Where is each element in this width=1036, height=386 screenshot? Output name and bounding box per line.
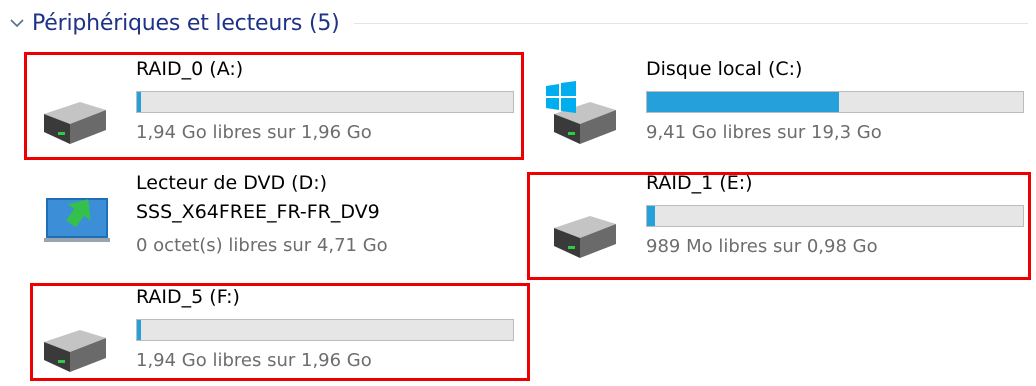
- section-title: Périphériques et lecteurs (5): [32, 10, 340, 36]
- free-space-text: 9,41 Go libres sur 19,3 Go: [646, 122, 882, 143]
- drive-name: RAID_1 (E:): [646, 172, 753, 194]
- free-space-text: 989 Mo libres sur 0,98 Go: [646, 236, 878, 257]
- capacity-bar: [646, 205, 1024, 227]
- capacity-bar-fill: [137, 320, 141, 340]
- drive-name: Disque local (C:): [646, 58, 803, 80]
- hard-drive-icon: [44, 330, 106, 372]
- windows-logo-icon: [546, 81, 576, 113]
- capacity-bar-fill: [137, 92, 141, 112]
- free-space-text: 0 octet(s) libres sur 4,71 Go: [136, 235, 388, 256]
- section-divider: [353, 22, 1028, 24]
- hard-drive-icon: [44, 102, 106, 144]
- drive-tile-raid0[interactable]: RAID_0 (A:) 1,94 Go libres sur 1,96 Go: [26, 58, 526, 158]
- drive-name: RAID_5 (F:): [136, 286, 240, 308]
- drive-tile-raid1[interactable]: RAID_1 (E:) 989 Mo libres sur 0,98 Go: [536, 172, 1036, 272]
- free-space-text: 1,94 Go libres sur 1,96 Go: [136, 350, 372, 371]
- capacity-bar-fill: [647, 206, 655, 226]
- section-header[interactable]: Périphériques et lecteurs (5): [8, 5, 1028, 41]
- drive-tile-raid5[interactable]: RAID_5 (F:) 1,94 Go libres sur 1,96 Go: [26, 286, 526, 386]
- drive-name: RAID_0 (A:): [136, 58, 244, 80]
- volume-label: SSS_X64FREE_FR-FR_DV9: [136, 201, 380, 223]
- dvd-drive-icon: [44, 198, 110, 242]
- capacity-bar: [136, 319, 514, 341]
- capacity-bar: [646, 91, 1024, 113]
- hard-drive-icon: [554, 216, 616, 258]
- capacity-bar-fill: [647, 92, 839, 112]
- drive-name: Lecteur de DVD (D:): [136, 172, 328, 194]
- chevron-down-icon[interactable]: [8, 14, 26, 32]
- capacity-bar: [136, 91, 514, 113]
- free-space-text: 1,94 Go libres sur 1,96 Go: [136, 122, 372, 143]
- drive-tile-c[interactable]: Disque local (C:) 9,41 Go libres sur 19,…: [536, 58, 1036, 158]
- drive-tile-dvd[interactable]: Lecteur de DVD (D:) SSS_X64FREE_FR-FR_DV…: [26, 172, 526, 272]
